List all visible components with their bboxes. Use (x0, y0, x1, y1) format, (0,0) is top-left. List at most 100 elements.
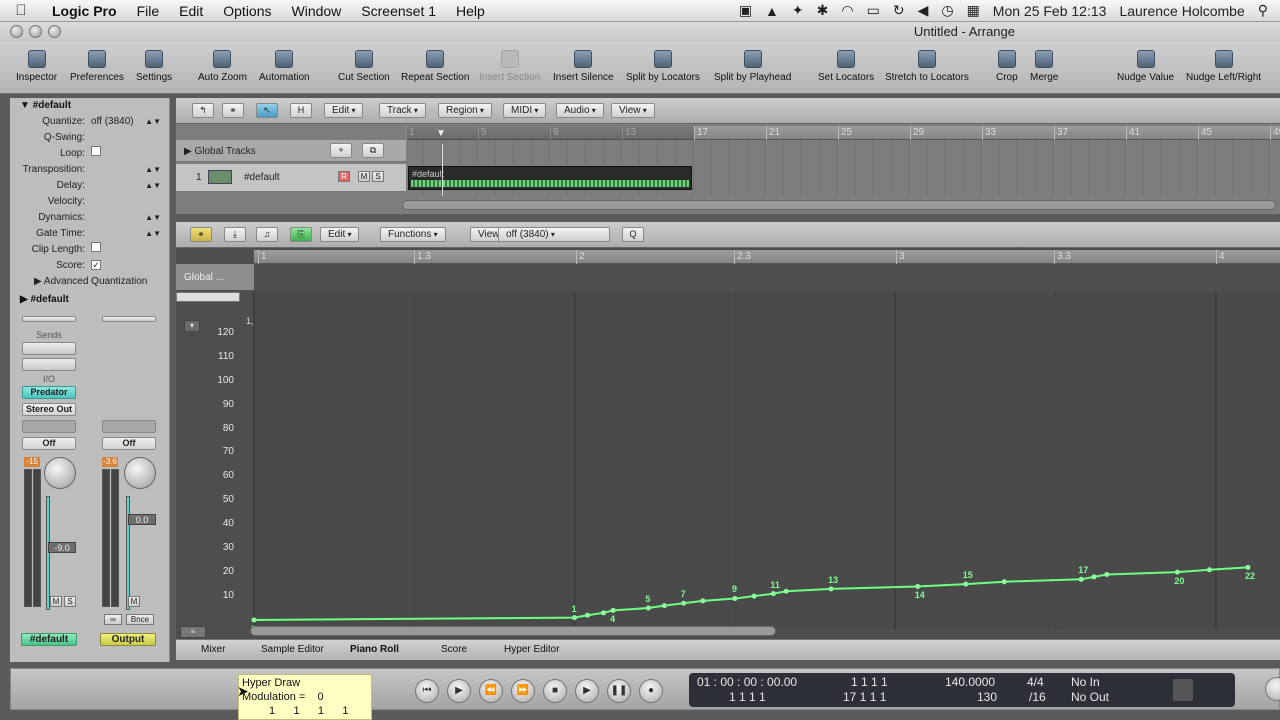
param-transposition[interactable]: Transposition: ▲▼ (10, 162, 169, 178)
group-slot-output[interactable] (102, 420, 156, 433)
region-parameters-header[interactable]: ▼ #default (10, 98, 169, 114)
track-parameters-header[interactable]: ▶ #default (10, 292, 169, 308)
send-slot-1[interactable] (22, 342, 76, 355)
wifi-icon[interactable]: ◠ (841, 2, 853, 19)
bounce-button-output[interactable]: Bnce (126, 614, 154, 625)
hyper-draw-area[interactable] (176, 222, 1280, 632)
balance-knob-output[interactable] (124, 457, 156, 489)
menu-user[interactable]: Laurence Holcombe (1119, 3, 1244, 19)
toolbar-insert-section-button[interactable]: Insert Section (479, 50, 540, 83)
checkbox[interactable] (91, 242, 101, 258)
param-q-swing[interactable]: Q-Swing: (10, 130, 169, 146)
toolbar-split-by-locators-button[interactable]: Split by Locators (626, 50, 700, 83)
volume-fader-track[interactable] (46, 496, 50, 610)
piano-roll-horizontal-scrollbar[interactable] (250, 626, 776, 636)
arrange-menu-audio[interactable]: Audio (556, 103, 604, 118)
modulation-node[interactable] (1206, 567, 1212, 573)
modulation-node[interactable] (610, 607, 616, 613)
duplicate-track-button[interactable]: ⧉ (362, 143, 384, 158)
modulation-node[interactable] (915, 583, 921, 589)
toolbar-nudge-left-right-button[interactable]: Nudge Left/Right (1186, 50, 1261, 83)
mute-button-output[interactable]: M (128, 596, 140, 607)
arrange-menu-region[interactable]: Region (438, 103, 492, 118)
arrange-horizontal-scrollbar[interactable] (402, 200, 1276, 210)
param-velocity[interactable]: Velocity: (10, 194, 169, 210)
tab-piano-roll[interactable]: Piano Roll (350, 644, 399, 655)
pan-knob-track[interactable] (44, 457, 76, 489)
midi-region[interactable]: #default (408, 166, 692, 190)
modulation-node[interactable] (645, 605, 651, 611)
arrange-bar-ruler[interactable]: 15913172125293337414549▼ (406, 126, 1280, 140)
tab-score[interactable]: Score (441, 644, 467, 655)
toolbar-nudge-value-button[interactable]: Nudge Value (1117, 50, 1174, 83)
checkbox[interactable] (91, 146, 101, 162)
arrange-menu-midi[interactable]: MIDI (503, 103, 547, 118)
toolbar-crop-button[interactable]: Crop (996, 50, 1018, 83)
automation-mode-track[interactable]: Off (22, 437, 76, 450)
toolbar-settings-button[interactable]: Settings (136, 50, 172, 83)
toolbar-auto-zoom-button[interactable]: Auto Zoom (198, 50, 247, 83)
menu-help[interactable]: Help (446, 3, 495, 19)
global-tracks-header[interactable]: ▶ Global Tracks + ⧉ (176, 140, 406, 162)
menu-edit[interactable]: Edit (169, 3, 213, 19)
toolbar-preferences-button[interactable]: Preferences (70, 50, 124, 83)
param-quantize[interactable]: Quantize: off (3840) ▲▼ (10, 114, 169, 130)
dropbox-icon[interactable]: ✦ (792, 2, 804, 19)
go-to-beginning-button[interactable]: ⏮ (415, 679, 439, 703)
modulation-node[interactable] (1174, 569, 1180, 575)
toolbar-automation-button[interactable]: Automation (259, 50, 310, 83)
modulation-node[interactable] (700, 598, 706, 604)
checkbox[interactable]: ✓ (91, 258, 101, 274)
transport-display[interactable]: 01 : 00 : 00 : 00.00 1 1 1 1 1 1 1 1 17 … (689, 673, 1235, 707)
play-from-selection-button[interactable]: ▶︎ (447, 679, 471, 703)
toolbar-stretch-to-locators-button[interactable]: Stretch to Locators (885, 50, 969, 83)
output-slot[interactable]: Stereo Out (22, 403, 76, 416)
arrange-hide-button[interactable]: H (290, 103, 312, 118)
volume-icon[interactable]: ◀ (918, 2, 929, 19)
stop-button[interactable]: ■ (543, 679, 567, 703)
track-header[interactable]: 1 #default R M S (176, 164, 406, 192)
track-mute-button[interactable]: M (358, 171, 370, 182)
modulation-node[interactable] (600, 610, 606, 616)
camera-icon[interactable]: ▣ (739, 2, 752, 19)
modulation-node[interactable] (251, 617, 257, 623)
modulation-node[interactable] (783, 588, 789, 594)
toolbar-cut-section-button[interactable]: Cut Section (338, 50, 390, 83)
modulation-node[interactable] (661, 603, 667, 609)
add-track-button[interactable]: + (330, 143, 352, 158)
send-slot-2[interactable] (22, 358, 76, 371)
display-icon[interactable]: ▭ (867, 2, 880, 19)
play-button[interactable]: ▶ (575, 679, 599, 703)
fast-forward-button[interactable]: ⏩ (511, 679, 535, 703)
apple-menu-icon[interactable]:  (0, 2, 42, 19)
arrange-menu-edit[interactable]: Edit (324, 103, 364, 118)
param-clip-length[interactable]: Clip Length: (10, 242, 169, 258)
record-button[interactable]: ● (639, 679, 663, 703)
advanced-quantization-toggle[interactable]: ▶ Advanced Quantization (10, 274, 169, 290)
clip-indicator-track[interactable]: -15 (24, 457, 40, 467)
tab-sample-editor[interactable]: Sample Editor (261, 644, 324, 655)
modulation-node[interactable] (732, 595, 738, 601)
toolbar-repeat-section-button[interactable]: Repeat Section (401, 50, 469, 83)
sync-icon[interactable]: ↻ (893, 2, 905, 19)
menu-window[interactable]: Window (282, 3, 352, 19)
track-solo-button[interactable]: S (372, 171, 384, 182)
arrange-menu-track[interactable]: Track (379, 103, 426, 118)
modulation-node[interactable] (1078, 576, 1084, 582)
playhead-triangle-icon[interactable]: ▼ (436, 128, 446, 139)
clip-indicator-output[interactable]: -3.6 (102, 457, 118, 467)
channel-name-track[interactable]: #default (21, 633, 77, 646)
modulation-node[interactable] (963, 581, 969, 587)
eq-display[interactable] (22, 316, 76, 322)
minimize-window-button[interactable] (29, 25, 42, 38)
menu-screenset[interactable]: Screenset 1 (351, 3, 446, 19)
menu-app[interactable]: Logic Pro (42, 3, 127, 19)
solo-button-track[interactable]: S (64, 596, 76, 607)
toolbar-split-by-playhead-button[interactable]: Split by Playhead (714, 50, 791, 83)
channel-name-output[interactable]: Output (100, 633, 156, 646)
stepper-arrows-icon[interactable]: ▲▼ (145, 226, 161, 242)
automation-mode-output[interactable]: Off (102, 437, 156, 450)
param-score[interactable]: Score: ✓ (10, 258, 169, 274)
modulation-node[interactable] (572, 615, 578, 621)
cycle-region[interactable] (406, 126, 694, 140)
